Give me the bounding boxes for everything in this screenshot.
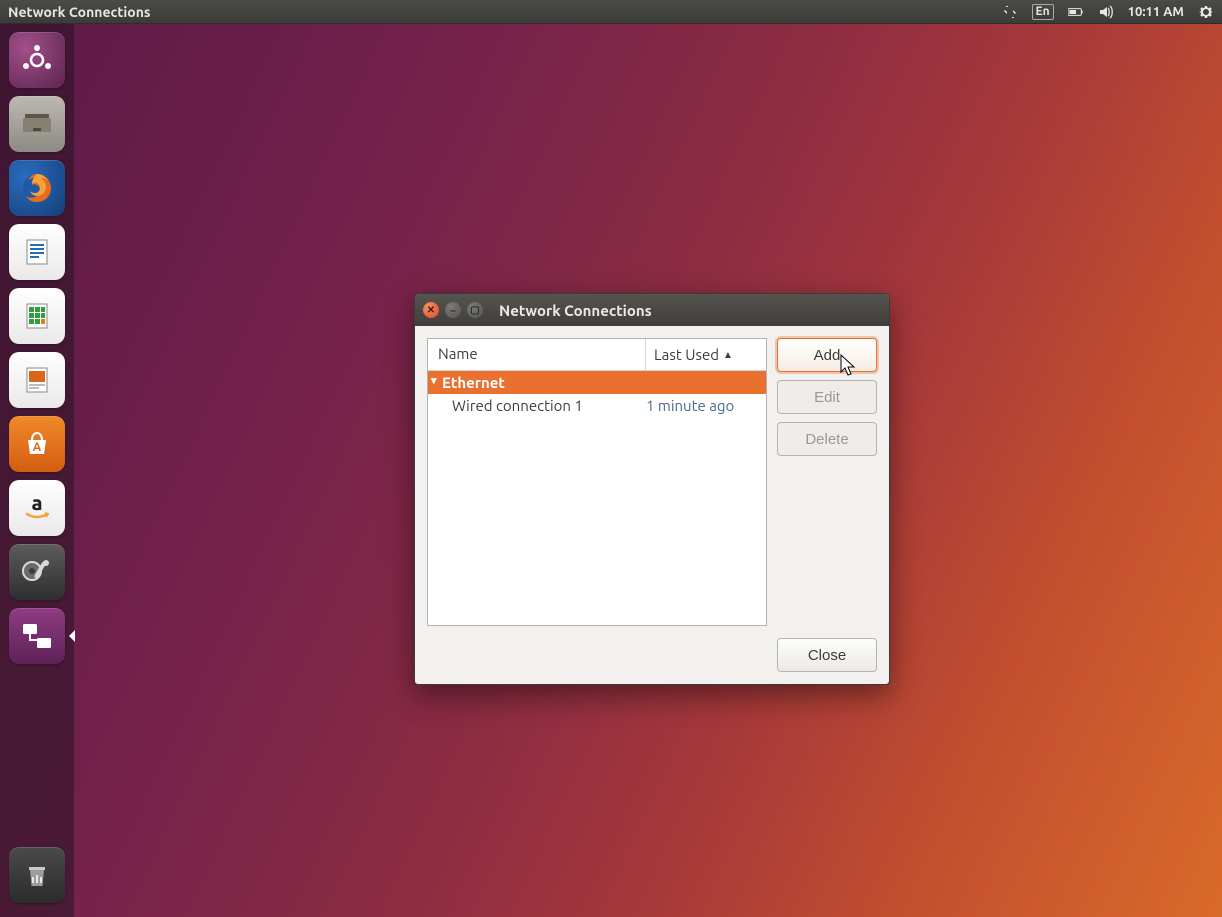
dialog-title: Network Connections [499,302,652,319]
connection-name: Wired connection 1 [428,397,646,414]
launcher-impress[interactable] [9,352,65,408]
clock[interactable]: 10:11 AM [1128,5,1184,19]
top-menubar: Network Connections En 10:11 AM [0,0,1222,24]
launcher-software[interactable]: A [9,416,65,472]
connection-last-used: 1 minute ago [646,397,766,414]
window-minimize-button[interactable]: – [445,302,461,318]
close-button[interactable]: Close [777,638,877,672]
group-ethernet[interactable]: Ethernet [428,371,766,394]
battery-icon[interactable] [1068,4,1084,20]
network-indicator-icon[interactable] [1002,4,1018,20]
launcher-calc[interactable] [9,288,65,344]
launcher-files[interactable] [9,96,65,152]
language-indicator[interactable]: En [1032,4,1054,20]
network-connections-dialog: ✕ – ▢ Network Connections Name Last Used… [414,293,890,685]
app-title: Network Connections [8,4,151,20]
launcher-firefox[interactable] [9,160,65,216]
dialog-titlebar[interactable]: ✕ – ▢ Network Connections [415,294,889,326]
launcher-trash[interactable] [9,847,65,903]
launcher-settings[interactable] [9,544,65,600]
system-tray: En 10:11 AM [1002,4,1215,20]
window-maximize-button[interactable]: ▢ [467,302,483,318]
column-name[interactable]: Name [428,339,646,370]
add-button[interactable]: Add [777,338,877,372]
connections-list[interactable]: Name Last Used ▲ Ethernet Wired connecti… [427,338,767,626]
window-close-button[interactable]: ✕ [423,302,439,318]
launcher-writer[interactable] [9,224,65,280]
gear-icon[interactable] [1198,4,1214,20]
launcher-dash[interactable] [9,32,65,88]
column-last-used[interactable]: Last Used ▲ [646,339,766,370]
launcher: A a [0,24,74,917]
sort-ascending-icon: ▲ [723,349,733,361]
svg-text:a: a [31,491,42,514]
volume-icon[interactable] [1098,4,1114,20]
connection-row[interactable]: Wired connection 1 1 minute ago [428,394,766,417]
launcher-amazon[interactable]: a [9,480,65,536]
column-last-used-label: Last Used [654,346,719,363]
delete-button[interactable]: Delete [777,422,877,456]
launcher-network-connections[interactable] [9,608,65,664]
svg-text:A: A [33,441,42,454]
edit-button[interactable]: Edit [777,380,877,414]
list-header: Name Last Used ▲ [428,339,766,371]
